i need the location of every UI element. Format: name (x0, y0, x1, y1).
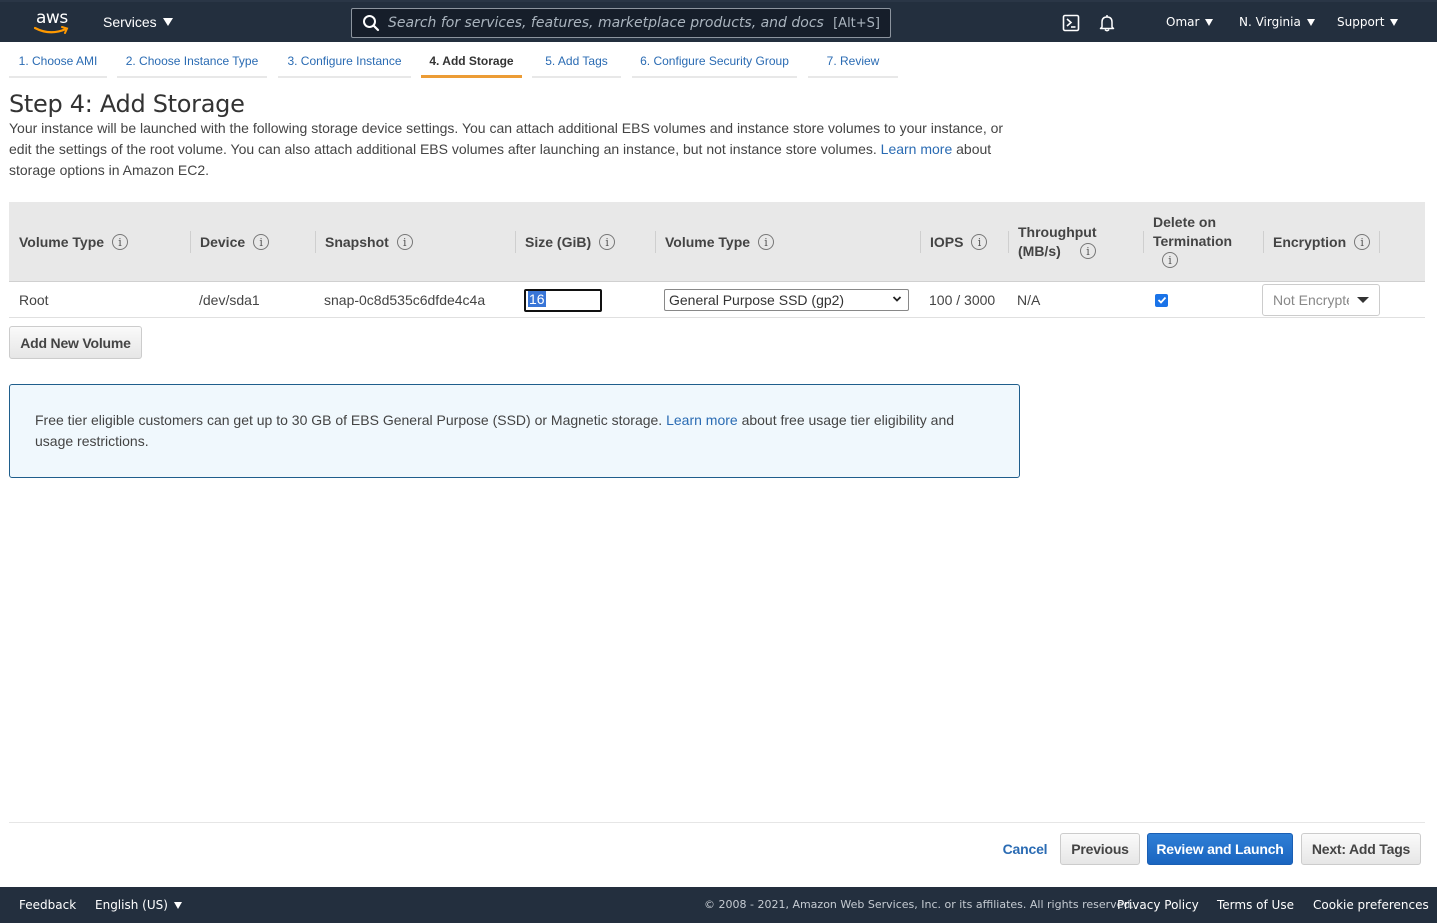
copyright-text: © 2008 - 2021, Amazon Web Services, Inc.… (704, 898, 1134, 911)
info-icon[interactable]: i (112, 234, 129, 250)
checkmark-icon (1157, 296, 1166, 304)
services-label: Services (103, 14, 157, 30)
column-header-snapshot: Snapshot i (315, 202, 413, 282)
tab-review[interactable]: 7. Review (808, 48, 898, 78)
caret-down-icon (1357, 297, 1369, 303)
cell-volume-type: Root (19, 292, 49, 308)
column-header-ebs-volume-type: Volume Type i (654, 202, 775, 282)
encryption-selected: Not Encrypted (1273, 292, 1349, 308)
column-header-iops: IOPS i (919, 202, 988, 282)
column-header-throughput: Throughput (MB/s) i (1008, 202, 1118, 282)
next-add-tags-button[interactable]: Next: Add Tags (1301, 833, 1421, 865)
cell-ebs-volume-type: General Purpose SSD (gp2) (664, 282, 909, 318)
page-description: Your instance will be launched with the … (9, 118, 1019, 181)
info-text: Free tier eligible customers can get up … (35, 412, 667, 428)
cloudshell-icon[interactable] (1062, 14, 1080, 32)
cancel-button[interactable]: Cancel (996, 833, 1054, 865)
chevron-down-icon (892, 296, 902, 302)
terms-of-use-link[interactable]: Terms of Use (1217, 898, 1294, 912)
cell-throughput: N/A (1017, 292, 1041, 308)
top-navigation-bar: aws Services [Alt+S] Omar N. Virginia Su (0, 0, 1437, 42)
caret-down-icon (162, 18, 173, 26)
caret-down-icon (1306, 18, 1315, 26)
encryption-select[interactable]: Not Encrypted (1262, 284, 1380, 316)
info-icon[interactable]: i (599, 234, 616, 250)
region-menu[interactable]: N. Virginia (1239, 15, 1315, 29)
column-header-size: Size (GiB) i (514, 202, 616, 282)
page-title: Step 4: Add Storage (9, 90, 245, 118)
previous-button[interactable]: Previous (1060, 833, 1140, 865)
storage-table-header: Volume Type i Device i Snapshot i Size (GiB… (9, 202, 1425, 282)
tab-add-storage[interactable]: 4. Add Storage (421, 48, 522, 78)
support-menu[interactable]: Support (1337, 15, 1399, 29)
info-icon[interactable]: i (1354, 234, 1371, 250)
volume-type-selected: General Purpose SSD (gp2) (669, 292, 845, 308)
info-icon[interactable]: i (1080, 243, 1096, 259)
learn-more-free-tier-link[interactable]: Learn more (666, 412, 738, 428)
column-divider (1379, 231, 1380, 253)
learn-more-storage-link[interactable]: Learn more (881, 141, 953, 157)
cell-snapshot: snap-0c8d535c6dfde4c4a (324, 292, 486, 308)
tab-choose-instance-type[interactable]: 2. Choose Instance Type (117, 48, 267, 78)
table-row: Root /dev/sda1 snap-0c8d535c6dfde4c4a 16… (9, 282, 1425, 318)
column-header-delete-on-termination: Delete on Termination i (1143, 202, 1253, 282)
privacy-policy-link[interactable]: Privacy Policy (1117, 898, 1199, 912)
cookie-preferences-link[interactable]: Cookie preferences (1313, 898, 1429, 912)
account-label: Omar (1166, 15, 1200, 29)
cell-delete-on-termination (1155, 282, 1168, 318)
feedback-link[interactable]: Feedback (19, 898, 76, 912)
delete-on-termination-checkbox[interactable] (1155, 293, 1168, 307)
description-text: Your instance will be launched with the … (9, 120, 1004, 157)
support-label: Support (1337, 15, 1385, 29)
notifications-bell-icon[interactable] (1098, 14, 1116, 32)
aws-smile-icon (34, 26, 69, 34)
info-icon[interactable]: i (1162, 252, 1178, 268)
info-icon[interactable]: i (758, 234, 775, 250)
cell-size: 16 (524, 282, 602, 318)
size-value: 16 (528, 290, 546, 307)
account-menu[interactable]: Omar (1166, 15, 1214, 29)
column-header-encryption: Encryption i (1262, 202, 1371, 282)
tab-add-tags[interactable]: 5. Add Tags (532, 48, 621, 78)
free-tier-info-box: Free tier eligible customers can get up … (9, 384, 1020, 478)
aws-logo-text: aws (36, 8, 68, 28)
tab-configure-security-group[interactable]: 6. Configure Security Group (632, 48, 797, 78)
caret-down-icon (1205, 18, 1214, 26)
actions-divider (9, 822, 1425, 823)
review-and-launch-button[interactable]: Review and Launch (1147, 833, 1293, 865)
services-menu[interactable]: Services (103, 14, 173, 30)
search-input[interactable] (388, 15, 834, 31)
region-label: N. Virginia (1239, 15, 1301, 29)
search-hotkey-hint: [Alt+S] (833, 15, 880, 31)
info-icon[interactable]: i (396, 234, 413, 250)
language-selector[interactable]: English (US) (95, 898, 182, 912)
cell-iops: 100 / 3000 (929, 292, 996, 308)
cell-device: /dev/sda1 (199, 292, 260, 308)
caret-down-icon (173, 901, 182, 909)
search-bar[interactable]: [Alt+S] (351, 8, 891, 38)
aws-logo[interactable]: aws (34, 8, 74, 38)
column-header-device: Device i (189, 202, 270, 282)
caret-down-icon (1390, 18, 1399, 26)
footer: Feedback English (US) © 2008 - 2021, Ama… (0, 887, 1437, 923)
search-icon (363, 15, 380, 32)
tab-configure-instance[interactable]: 3. Configure Instance (278, 48, 411, 78)
size-input[interactable]: 16 (524, 288, 602, 312)
column-header-volume-type: Volume Type i (19, 202, 129, 282)
tab-choose-ami[interactable]: 1. Choose AMI (9, 48, 107, 78)
add-new-volume-button[interactable]: Add New Volume (9, 326, 142, 359)
cell-encryption: Not Encrypted (1262, 282, 1380, 318)
info-icon[interactable]: i (971, 234, 988, 250)
volume-type-select[interactable]: General Purpose SSD (gp2) (664, 289, 909, 311)
info-icon[interactable]: i (253, 234, 270, 250)
language-label: English (US) (95, 898, 168, 912)
